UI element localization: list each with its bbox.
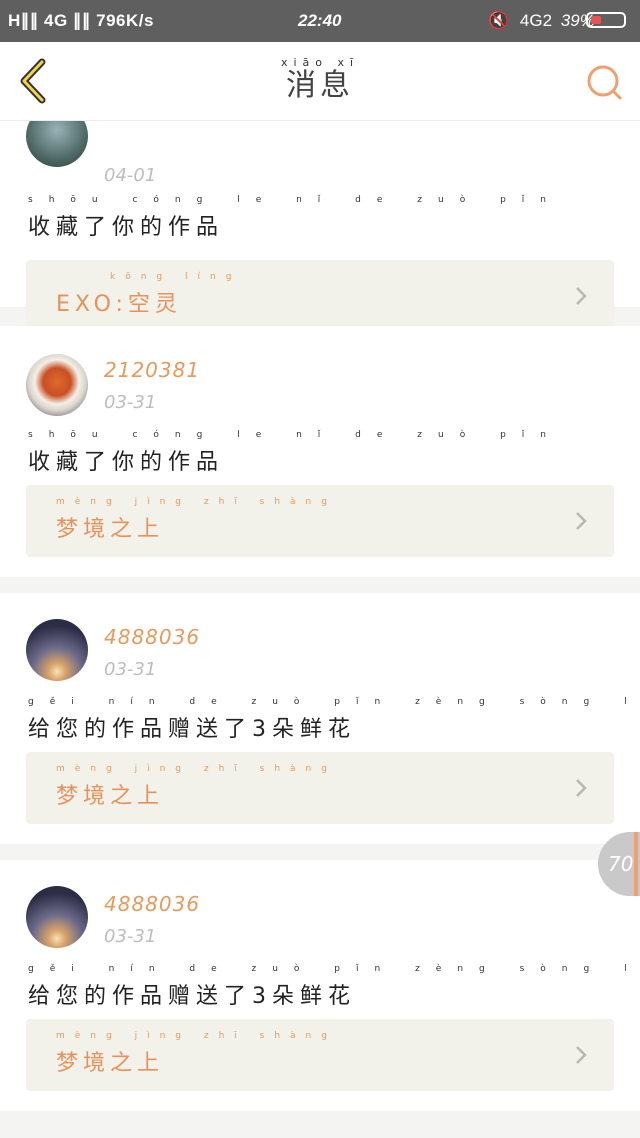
status-right: 🔇 4G2 39% — [488, 11, 595, 31]
badge-accent-bar — [634, 832, 638, 896]
message-body: 收藏了你的作品 — [28, 215, 225, 240]
work-title-pinyin: mèng jìng zhī shàng — [56, 764, 337, 774]
chevron-right-icon — [576, 779, 587, 797]
message-pinyin: shōu cóng le nǐ de zuò pǐn — [28, 430, 562, 440]
work-title: EXO:空灵 — [56, 292, 182, 317]
mute-icon: 🔇 — [488, 11, 510, 30]
username[interactable]: 2120381 — [104, 358, 200, 382]
message-text: shōu cóng le nǐ de zuò pǐn 收藏了你的作品 — [28, 430, 562, 476]
back-button[interactable] — [12, 56, 58, 106]
message-pinyin: gěi nín de zuò pǐn zèng sòng le duǒ xiān… — [28, 964, 640, 974]
username[interactable]: 4888036 — [104, 892, 200, 916]
battery-icon — [586, 12, 626, 28]
status-time: 22:40 — [298, 11, 342, 30]
work-title-pinyin: mèng jìng zhī shàng — [56, 497, 337, 507]
message-pinyin: shōu cóng le nǐ de zuò pǐn — [28, 195, 562, 205]
message-list[interactable]: 04-01 shōu cóng le nǐ de zuò pǐn 收藏了你的作品… — [0, 121, 640, 1138]
user-avatar[interactable] — [26, 619, 88, 681]
work-link[interactable]: kōng líng EXO:空灵 — [26, 260, 614, 332]
page-title-pinyin: xiāo xī — [280, 56, 360, 69]
message-body: 给您的作品赠送了3朵鲜花 — [28, 717, 356, 742]
user-avatar[interactable] — [26, 121, 88, 167]
app-header: xiāo xī 消息 — [0, 42, 640, 121]
work-link[interactable]: mèng jìng zhī shàng 梦境之上 — [26, 485, 614, 557]
work-title-pinyin: mèng jìng zhī shàng — [56, 1031, 337, 1041]
status-bar: H∥∥ 4G ∥∥ 796K/s 22:40 🔇 4G2 39% — [0, 0, 640, 42]
message-card: 4888036 03-31 gěi nín de zuò pǐn zèng sò… — [0, 860, 640, 1111]
search-button[interactable] — [584, 62, 624, 102]
work-title: 梦境之上 — [56, 1051, 165, 1076]
message-card: 2120381 03-31 shōu cóng le nǐ de zuò pǐn… — [0, 326, 640, 577]
message-date: 03-31 — [104, 392, 157, 413]
work-link[interactable]: mèng jìng zhī shàng 梦境之上 — [26, 752, 614, 824]
message-card: 4888036 03-31 gěi nín de zuò pǐn zèng sò… — [0, 593, 640, 844]
message-date: 03-31 — [104, 659, 157, 680]
message-text: gěi nín de zuò pǐn zèng sòng le duǒ xiān… — [28, 964, 640, 1010]
user-avatar[interactable] — [26, 886, 88, 948]
chevron-right-icon — [576, 1046, 587, 1064]
page-title: 消息 — [286, 68, 354, 103]
work-link[interactable]: mèng jìng zhī shàng 梦境之上 — [26, 1019, 614, 1091]
user-avatar[interactable] — [26, 354, 88, 416]
network-type: 4G2 — [519, 11, 553, 30]
message-date: 04-01 — [104, 165, 157, 186]
search-icon — [587, 65, 622, 100]
chevron-right-icon — [576, 287, 587, 305]
message-date: 03-31 — [104, 926, 157, 947]
message-pinyin: gěi nín de zuò pǐn zèng sòng le duǒ xiān… — [28, 697, 640, 707]
message-body: 给您的作品赠送了3朵鲜花 — [28, 984, 356, 1009]
message-text: shōu cóng le nǐ de zuò pǐn 收藏了你的作品 — [28, 195, 562, 241]
chevron-left-icon — [20, 58, 46, 104]
work-title: 梦境之上 — [56, 784, 165, 809]
username[interactable]: 4888036 — [104, 625, 200, 649]
page-title-wrap: xiāo xī 消息 — [270, 56, 370, 104]
work-title-pinyin: kōng líng — [110, 272, 242, 282]
message-text: gěi nín de zuò pǐn zèng sòng le duǒ xiān… — [28, 697, 640, 743]
message-card: 04-01 shōu cóng le nǐ de zuò pǐn 收藏了你的作品… — [0, 121, 640, 332]
work-title: 梦境之上 — [56, 517, 165, 542]
message-body: 收藏了你的作品 — [28, 450, 225, 475]
floating-badge-count: 70 — [608, 852, 634, 876]
status-network-info: H∥∥ 4G ∥∥ 796K/s — [8, 11, 154, 30]
chevron-right-icon — [576, 512, 587, 530]
